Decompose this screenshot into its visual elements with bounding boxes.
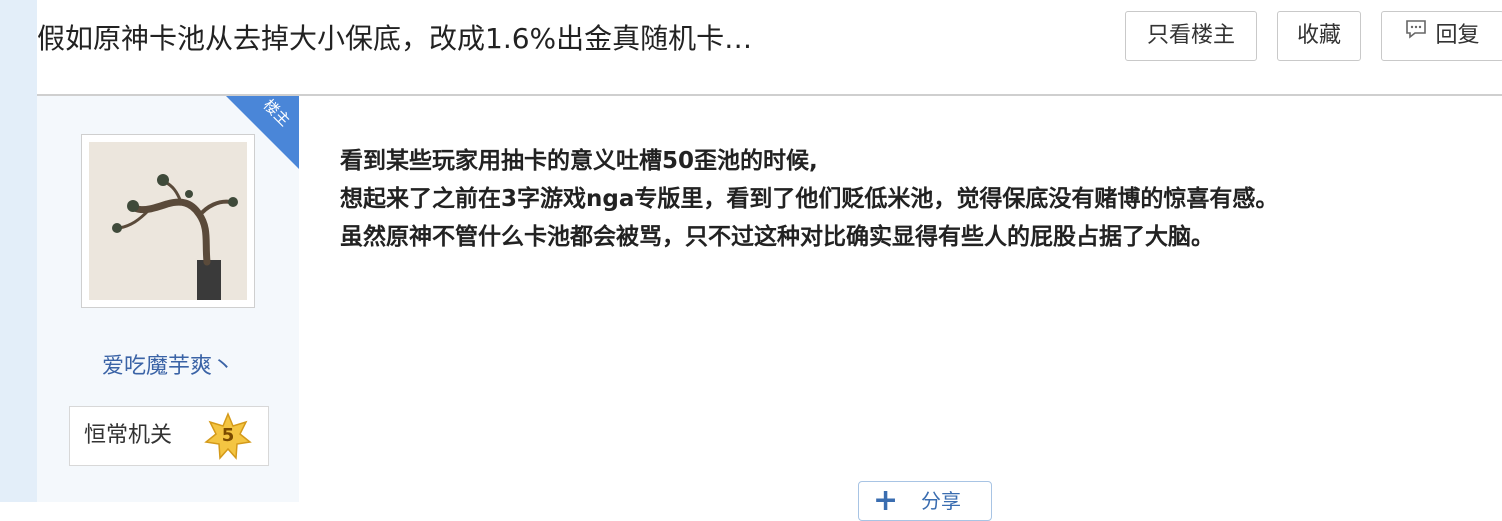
reply-label: 回复	[1435, 23, 1480, 48]
plus-icon: +	[873, 483, 899, 518]
thread-header: 假如原神卡池从去掉大小保底，改成1.6%出金真随机卡… 只看楼主 收藏 回复	[37, 0, 1502, 94]
post-line: 虽然原神不管什么卡池都会被骂，只不过这种对比确实显得有些人的屁股占据了大脑。	[340, 224, 1214, 250]
left-rail	[0, 0, 37, 502]
level-number: 5	[221, 425, 235, 446]
share-label: 分享	[921, 489, 961, 513]
favorite-button[interactable]: 收藏	[1277, 11, 1361, 61]
thread-title: 假如原神卡池从去掉大小保底，改成1.6%出金真随机卡…	[37, 22, 753, 55]
only-op-button[interactable]: 只看楼主	[1125, 11, 1257, 61]
avatar[interactable]	[89, 142, 247, 300]
post-content: 看到某些玩家用抽卡的意义吐槽50歪池的时候, 想起来了之前在3字游戏nga专版里…	[340, 142, 1480, 256]
share-button[interactable]: + 分享	[858, 481, 992, 521]
user-level: 恒常机关 5	[69, 406, 269, 466]
level-name: 恒常机关	[84, 423, 173, 448]
author-username[interactable]: 爱吃魔芋爽丶	[37, 348, 299, 380]
author-panel: 楼主 爱吃魔芋爽丶 恒常机关 5	[37, 96, 299, 502]
reply-button[interactable]: 回复	[1381, 11, 1502, 61]
level-star-icon: 5	[204, 412, 252, 460]
post-line: 想起来了之前在3字游戏nga专版里，看到了他们贬低米池，觉得保底没有赌博的惊喜有…	[340, 186, 1279, 212]
post-line: 看到某些玩家用抽卡的意义吐槽50歪池的时候,	[340, 148, 818, 174]
comment-icon	[1405, 10, 1427, 58]
avatar-frame[interactable]	[81, 134, 255, 308]
